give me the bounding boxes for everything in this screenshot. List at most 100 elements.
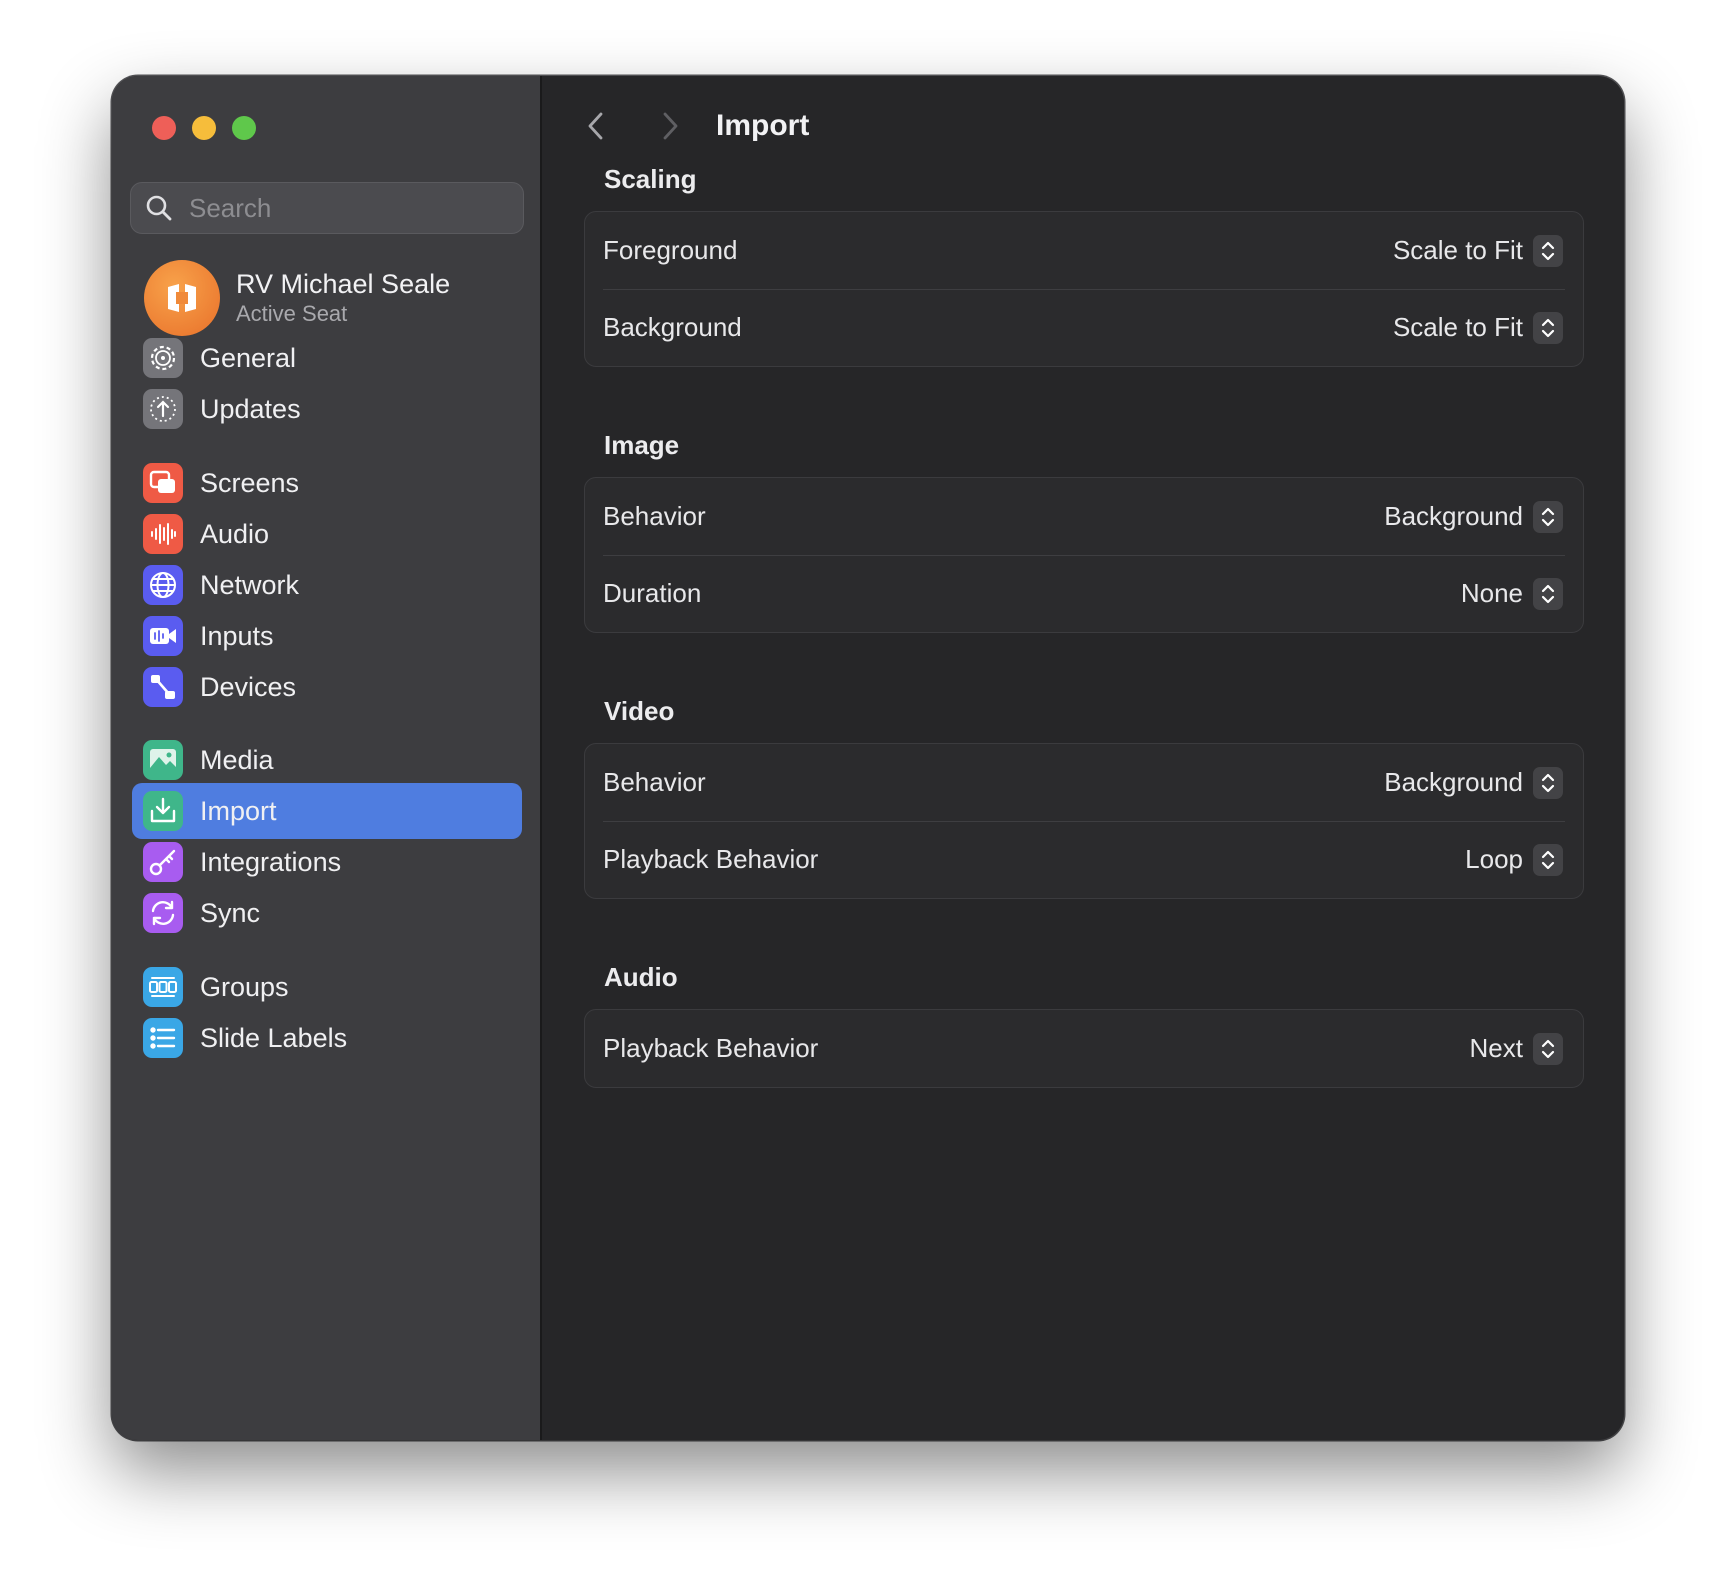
video-behavior-popup[interactable]: Background bbox=[1384, 766, 1563, 799]
search-icon bbox=[145, 194, 173, 222]
settings-row: Background Scale to Fit bbox=[585, 289, 1583, 366]
photo-icon bbox=[143, 740, 183, 780]
sidebar-item-label: Groups bbox=[200, 971, 289, 1002]
up-down-chevron-icon bbox=[1533, 311, 1563, 344]
settings-window: RV Michael Seale Active Seat General Upd… bbox=[112, 76, 1624, 1440]
settings-row: Behavior Background bbox=[585, 478, 1583, 555]
settings-row: Behavior Background bbox=[585, 744, 1583, 821]
sidebar-item-import[interactable]: Import bbox=[132, 783, 522, 839]
scaling-group: Foreground Scale to Fit Background Scale… bbox=[584, 211, 1584, 367]
sidebar-item-integrations[interactable]: Integrations bbox=[132, 834, 522, 890]
key-icon bbox=[143, 842, 183, 882]
sidebar-item-label: Integrations bbox=[200, 846, 342, 877]
up-down-chevron-icon bbox=[1533, 1032, 1563, 1065]
image-behavior-popup[interactable]: Background bbox=[1384, 500, 1563, 533]
devices-icon bbox=[143, 667, 183, 707]
sidebar-item-label: Network bbox=[200, 569, 300, 600]
close-window-button[interactable] bbox=[152, 116, 176, 140]
background-scaling-popup[interactable]: Scale to Fit bbox=[1392, 311, 1563, 344]
audio-playback-behavior-popup[interactable]: Next bbox=[1469, 1032, 1563, 1065]
sidebar-item-inputs[interactable]: Inputs bbox=[132, 608, 522, 664]
window-controls bbox=[152, 116, 256, 140]
section-title-audio: Audio bbox=[604, 962, 678, 992]
sync-icon bbox=[143, 893, 183, 933]
up-down-chevron-icon bbox=[1533, 577, 1563, 610]
search-input[interactable] bbox=[187, 191, 511, 225]
sidebar-item-updates[interactable]: Updates bbox=[132, 381, 522, 437]
sidebar-item-sync[interactable]: Sync bbox=[132, 885, 522, 941]
popup-value: Background bbox=[1384, 767, 1523, 797]
account-card[interactable]: RV Michael Seale Active Seat bbox=[144, 260, 450, 336]
page-title: Import bbox=[716, 109, 810, 142]
propresenter-logo-icon bbox=[168, 284, 196, 312]
row-label: Foreground bbox=[603, 235, 738, 265]
video-input-icon bbox=[143, 616, 183, 656]
row-label: Playback Behavior bbox=[603, 1033, 819, 1063]
sidebar-item-label: Screens bbox=[200, 467, 300, 498]
sidebar-item-label: Media bbox=[200, 744, 274, 775]
sidebar-item-general[interactable]: General bbox=[132, 330, 522, 386]
sidebar-item-network[interactable]: Network bbox=[132, 557, 522, 613]
avatar bbox=[144, 260, 220, 336]
row-label: Playback Behavior bbox=[603, 844, 819, 874]
sidebar-item-slide-labels[interactable]: Slide Labels bbox=[132, 1010, 522, 1066]
sidebar-item-groups[interactable]: Groups bbox=[132, 959, 522, 1015]
sidebar-item-media[interactable]: Media bbox=[132, 732, 522, 788]
import-tray-icon bbox=[143, 791, 183, 831]
popup-value: None bbox=[1460, 578, 1523, 608]
video-group: Behavior Background Playback Behavior Lo… bbox=[584, 743, 1584, 899]
sidebar-item-label: Audio bbox=[200, 518, 270, 549]
row-label: Behavior bbox=[603, 501, 706, 531]
sidebar-item-devices[interactable]: Devices bbox=[132, 659, 522, 715]
settings-row: Playback Behavior Next bbox=[585, 1010, 1583, 1087]
up-down-chevron-icon bbox=[1533, 234, 1563, 267]
account-name: RV Michael Seale bbox=[236, 269, 451, 299]
image-group: Behavior Background Duration None bbox=[584, 477, 1584, 633]
gear-icon bbox=[143, 338, 183, 378]
sidebar-item-label: Devices bbox=[200, 671, 297, 702]
sidebar-item-audio[interactable]: Audio bbox=[132, 506, 522, 562]
row-label: Behavior bbox=[603, 767, 706, 797]
sidebar-item-label: Import bbox=[200, 795, 277, 826]
popup-value: Scale to Fit bbox=[1392, 312, 1523, 342]
list-icon bbox=[143, 1018, 183, 1058]
popup-value: Scale to Fit bbox=[1392, 235, 1523, 265]
waveform-icon bbox=[143, 514, 183, 554]
zoom-window-button[interactable] bbox=[232, 116, 256, 140]
settings-row: Duration None bbox=[585, 555, 1583, 632]
sidebar-item-label: General bbox=[200, 342, 297, 373]
section-title-scaling: Scaling bbox=[604, 164, 697, 194]
popup-value: Background bbox=[1384, 501, 1523, 531]
up-down-chevron-icon bbox=[1533, 500, 1563, 533]
sidebar-item-label: Inputs bbox=[200, 620, 274, 651]
section-title-video: Video bbox=[604, 696, 675, 726]
popup-value: Loop bbox=[1465, 844, 1523, 874]
main-pane: Import Scaling Foreground Scale to Fit B… bbox=[542, 76, 1624, 1440]
sidebar-item-screens[interactable]: Screens bbox=[132, 455, 522, 511]
popup-value: Next bbox=[1469, 1033, 1523, 1063]
row-label: Background bbox=[603, 312, 742, 342]
up-down-chevron-icon bbox=[1533, 766, 1563, 799]
screens-icon bbox=[143, 463, 183, 503]
account-status: Active Seat bbox=[236, 301, 348, 326]
row-label: Duration bbox=[603, 578, 702, 608]
sidebar-item-label: Slide Labels bbox=[200, 1022, 348, 1053]
search-field[interactable] bbox=[130, 182, 524, 234]
audio-group: Playback Behavior Next bbox=[584, 1009, 1584, 1088]
image-duration-popup[interactable]: None bbox=[1460, 577, 1563, 610]
foreground-scaling-popup[interactable]: Scale to Fit bbox=[1392, 234, 1563, 267]
settings-row: Playback Behavior Loop bbox=[585, 821, 1583, 898]
up-down-chevron-icon bbox=[1533, 843, 1563, 876]
globe-icon bbox=[143, 565, 183, 605]
forward-button[interactable] bbox=[650, 106, 690, 146]
back-button[interactable] bbox=[576, 106, 616, 146]
sidebar-item-label: Updates bbox=[200, 393, 301, 424]
chevron-left-icon bbox=[588, 112, 603, 140]
update-arrow-icon bbox=[143, 389, 183, 429]
settings-row: Foreground Scale to Fit bbox=[585, 212, 1583, 289]
minimize-window-button[interactable] bbox=[192, 116, 216, 140]
section-title-image: Image bbox=[604, 430, 680, 460]
groups-icon bbox=[143, 967, 183, 1007]
chevron-right-icon bbox=[663, 112, 678, 140]
video-playback-behavior-popup[interactable]: Loop bbox=[1465, 843, 1563, 876]
